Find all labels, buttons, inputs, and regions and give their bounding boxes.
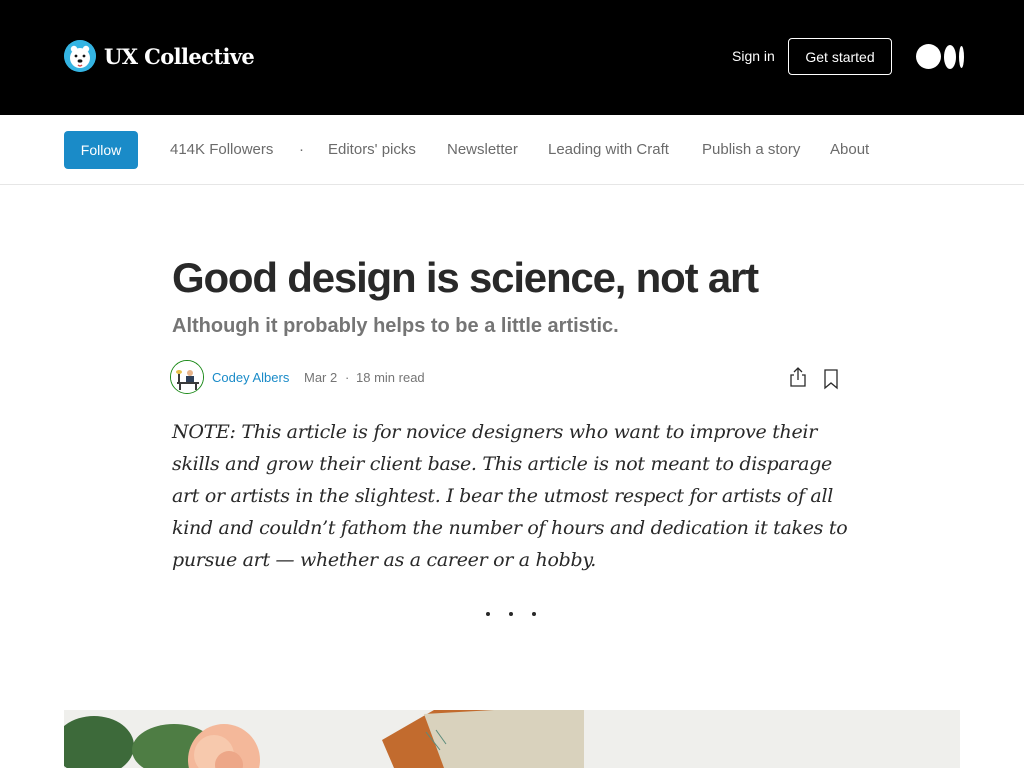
meta-separator: · <box>345 370 350 385</box>
author-name-link[interactable]: Codey Albers <box>212 370 289 385</box>
article-title: Good design is science, not art <box>172 254 759 301</box>
author-avatar[interactable] <box>170 360 204 394</box>
publication-nav: Follow 414K Followers · Editors' picks N… <box>0 115 1024 185</box>
get-started-button[interactable]: Get started <box>788 38 892 75</box>
sign-in-link[interactable]: Sign in <box>732 48 775 64</box>
share-icon[interactable] <box>788 366 808 388</box>
nav-item-publish-a-story[interactable]: Publish a story <box>702 141 800 158</box>
follow-button[interactable]: Follow <box>64 131 138 169</box>
publish-date: Mar 2 <box>304 370 338 385</box>
bookmark-icon[interactable] <box>822 368 840 390</box>
nav-separator: · <box>299 141 304 158</box>
nav-item-leading-with-craft[interactable]: Leading with Craft <box>548 141 669 158</box>
followers-count[interactable]: 414K Followers <box>170 141 273 158</box>
read-time: 18 min read <box>356 370 425 385</box>
article-subtitle: Although it probably helps to be a littl… <box>172 315 619 337</box>
article-hero-image <box>64 710 960 768</box>
publication-brand[interactable]: UX Collective <box>64 40 255 72</box>
polar-bear-logo-icon <box>64 40 96 72</box>
section-separator-dots <box>486 612 555 616</box>
nav-item-editors-picks[interactable]: Editors' picks <box>328 141 416 158</box>
nav-item-about[interactable]: About <box>830 141 869 158</box>
article-note-paragraph: NOTE: This article is for novice designe… <box>172 421 848 571</box>
medium-logo-icon[interactable] <box>916 44 964 69</box>
publication-name[interactable]: UX Collective <box>104 44 255 69</box>
nav-item-newsletter[interactable]: Newsletter <box>447 141 518 158</box>
top-header: UX Collective Sign in Get started <box>0 0 1024 115</box>
